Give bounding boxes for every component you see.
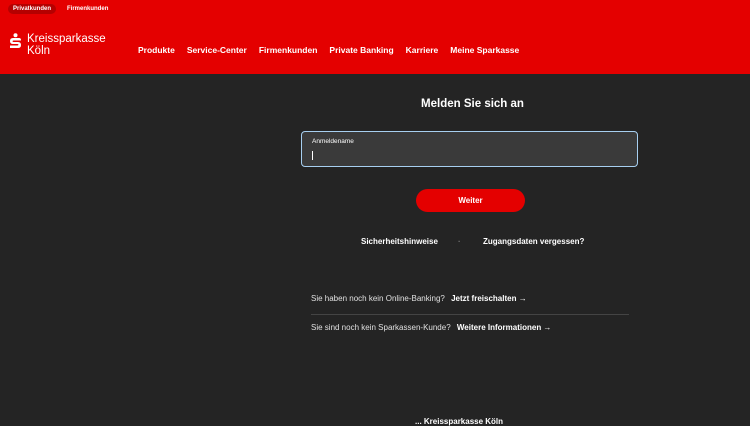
nav-private-banking[interactable]: Private Banking [329, 45, 393, 55]
brand-logo[interactable]: Kreissparkasse Köln [9, 33, 106, 57]
text-caret [312, 151, 313, 160]
brand-line-1: Kreissparkasse [27, 33, 106, 45]
forgot-credentials-link[interactable]: Zugangsdaten vergessen? [483, 237, 584, 246]
promo-online-banking: Sie haben noch kein Online-Banking? Jetz… [311, 294, 629, 303]
brand-name: Kreissparkasse Köln [27, 33, 106, 57]
promo-new-customer: Sie sind noch kein Sparkassen-Kunde? Wei… [311, 323, 629, 332]
continue-button[interactable]: Weiter [416, 189, 525, 212]
nav-karriere[interactable]: Karriere [406, 45, 439, 55]
security-hints-link[interactable]: Sicherheitshinweise [361, 237, 438, 246]
username-label: Anmeldename [312, 138, 354, 145]
segment-privatkunden[interactable]: Privatkunden [8, 4, 57, 14]
nav-service-center[interactable]: Service-Center [187, 45, 247, 55]
nav-firmenkunden[interactable]: Firmenkunden [259, 45, 318, 55]
promo-question: Sie sind noch kein Sparkassen-Kunde? [311, 323, 451, 332]
login-title: Melden Sie sich an [421, 98, 524, 110]
brand-line-2: Köln [27, 45, 51, 57]
activate-link[interactable]: Jetzt freischalten → [451, 294, 527, 303]
main-nav: Produkte Service-Center Firmenkunden Pri… [138, 45, 531, 55]
promo-divider [311, 314, 629, 315]
more-info-link[interactable]: Weitere Informationen → [457, 323, 552, 332]
nav-meine-sparkasse[interactable]: Meine Sparkasse [450, 45, 519, 55]
segment-switch: Privatkunden Firmenkunden [8, 4, 113, 14]
link-separator: · [458, 237, 461, 246]
site-header: Privatkunden Firmenkunden Kreissparkasse… [0, 0, 750, 74]
username-field[interactable]: Anmeldename [301, 131, 638, 167]
nav-produkte[interactable]: Produkte [138, 45, 175, 55]
segment-firmenkunden[interactable]: Firmenkunden [62, 4, 113, 14]
sparkasse-s-logo-icon [10, 33, 21, 48]
promo-question: Sie haben noch kein Online-Banking? [311, 294, 445, 303]
